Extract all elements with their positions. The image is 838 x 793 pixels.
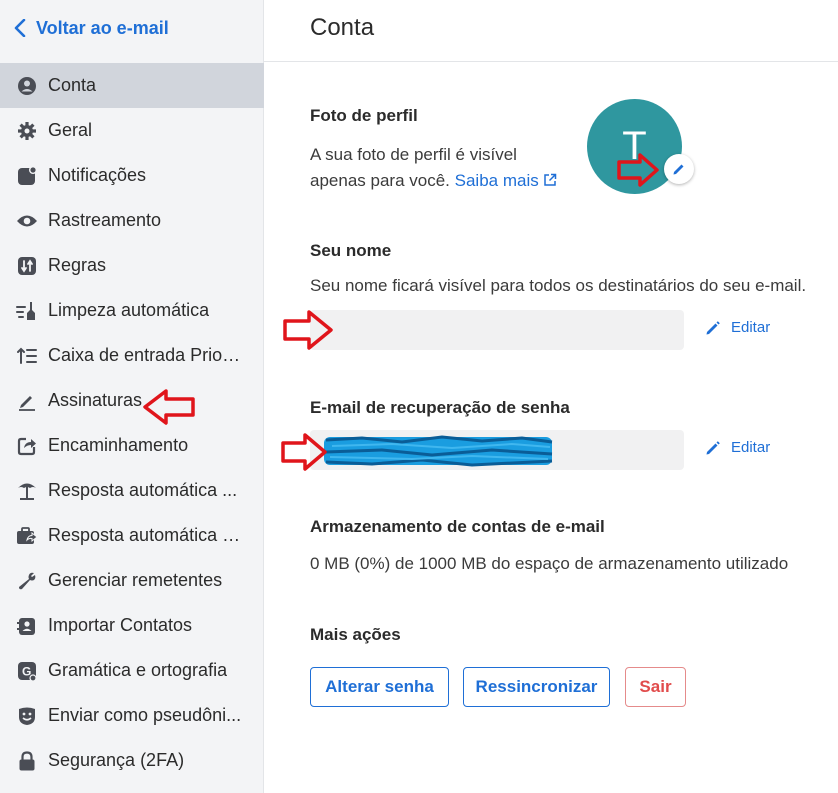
edit-label: Editar [731,439,771,456]
sidebar-item-rastreamento[interactable]: Rastreamento [0,198,264,243]
page-header: Conta [264,0,838,62]
name-desc: Seu nome ficará visível para todos os de… [310,276,807,295]
logout-button[interactable]: Sair [625,667,686,707]
annotation-arrow-icon [143,389,195,425]
user-circle-icon [16,75,38,97]
sidebar-item-label: Regras [48,255,107,275]
sidebar-item-gramatica[interactable]: G Gramática e ortografia [0,648,264,693]
annotation-arrow-icon [283,310,333,350]
sidebar-item-label: Resposta automática e... [48,525,243,545]
sidebar-item-conta[interactable]: Conta [0,63,264,108]
contacts-icon [16,615,38,637]
settings-nav: Conta Geral Notificações Rastreamento Re… [0,63,264,783]
sidebar-item-label: Assinaturas [48,390,143,410]
pencil-icon [673,164,684,175]
settings-sidebar: Voltar ao e-mail Conta Geral Notificaçõe… [0,0,264,793]
profile-photo-desc-line1: A sua foto de perfil é visível [310,145,517,164]
sidebar-item-label: Conta [48,75,97,95]
more-actions-title: Mais ações [310,625,401,644]
change-password-button[interactable]: Alterar senha [310,667,449,707]
priority-icon [16,345,38,367]
sidebar-item-label: Limpeza automática [48,300,210,320]
external-link-icon [544,173,557,186]
eye-icon [16,210,38,232]
resync-button[interactable]: Ressincronizar [463,667,610,707]
storage-usage-text: 0 MB (0%) de 1000 MB do espaço de armaze… [310,554,789,573]
sidebar-item-resposta-automatica[interactable]: Resposta automática ... [0,468,264,513]
pen-icon [16,390,38,412]
sidebar-item-pseudonimo[interactable]: Enviar como pseudôni... [0,693,264,738]
broom-icon [16,300,38,322]
sidebar-item-label: Resposta automática ... [48,480,238,500]
profile-photo-title: Foto de perfil [310,106,418,125]
sidebar-item-gerenciar-remetentes[interactable]: Gerenciar remetentes [0,558,264,603]
annotation-arrow-icon [281,433,327,471]
chevron-left-icon [14,19,26,37]
redaction-scribble [324,435,553,467]
sidebar-item-label: Notificações [48,165,147,185]
briefcase-reply-icon [16,525,38,547]
page-title: Conta [310,14,375,41]
beach-icon [16,480,38,502]
sidebar-item-notificacoes[interactable]: Notificações [0,153,264,198]
gear-icon [16,120,38,142]
learn-more-link[interactable]: Saiba mais [455,171,558,190]
sidebar-item-regras[interactable]: Regras [0,243,264,288]
sidebar-item-geral[interactable]: Geral [0,108,264,153]
sidebar-item-encaminhamento[interactable]: Encaminhamento [0,423,264,468]
mask-icon [16,705,38,727]
annotation-arrow-icon [617,153,659,187]
edit-avatar-button[interactable] [664,154,694,184]
edit-name-button[interactable]: Editar [705,319,770,336]
sidebar-item-limpeza[interactable]: Limpeza automática [0,288,264,333]
lock-icon [16,750,38,772]
sidebar-item-label: Gerenciar remetentes [48,570,223,590]
sidebar-item-importar-contatos[interactable]: Importar Contatos [0,603,264,648]
learn-more-label: Saiba mais [454,171,539,190]
sidebar-item-label: Importar Contatos [48,615,193,635]
wrench-icon [16,570,38,592]
forward-icon [16,435,38,457]
sidebar-item-assinaturas[interactable]: Assinaturas [0,378,264,423]
profile-photo-desc-line2: apenas para você. Saiba mais [310,168,557,194]
pencil-icon [706,440,720,454]
rules-icon [16,255,38,277]
sidebar-item-label: Rastreamento [48,210,162,230]
edit-recovery-email-button[interactable]: Editar [705,439,770,456]
sidebar-item-seguranca[interactable]: Segurança (2FA) [0,738,264,783]
sidebar-item-label: Encaminhamento [48,435,189,455]
sidebar-item-label: Gramática e ortografia [48,660,228,680]
storage-title: Armazenamento de contas de e-mail [310,517,605,536]
sidebar-item-resposta-automatica-empresa[interactable]: Resposta automática e... [0,513,264,558]
notification-icon [16,165,38,187]
edit-label: Editar [731,319,771,336]
recovery-email-title: E-mail de recuperação de senha [310,398,570,417]
profile-photo-desc-text: apenas para você. [310,171,450,190]
grammar-icon: G [16,660,38,682]
sidebar-item-label: Enviar como pseudôni... [48,705,242,725]
sidebar-item-label: Geral [48,120,93,140]
pencil-icon [706,320,720,334]
sidebar-item-prioritaria[interactable]: Caixa de entrada Priori... [0,333,264,378]
name-field [310,310,684,350]
back-to-email-link[interactable]: Voltar ao e-mail [14,14,169,42]
sidebar-item-label: Segurança (2FA) [48,750,185,770]
name-title: Seu nome [310,241,392,260]
back-label: Voltar ao e-mail [36,17,169,38]
sidebar-item-label: Caixa de entrada Priori... [48,345,243,365]
